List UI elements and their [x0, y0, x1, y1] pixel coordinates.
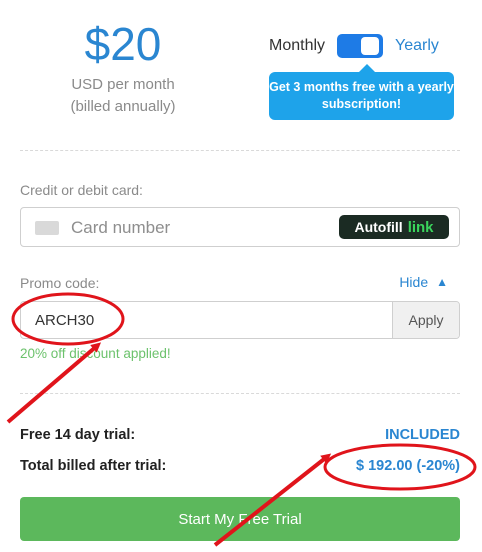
yearly-label[interactable]: Yearly: [395, 37, 439, 55]
divider: [20, 393, 460, 394]
yearly-promo-bubble: Get 3 months free with a yearly subscrip…: [269, 64, 454, 120]
monthly-label[interactable]: Monthly: [269, 37, 325, 55]
autofill-label: Autofill: [354, 219, 403, 235]
total-value: $ 192.00 (-20%): [356, 458, 460, 474]
apply-button[interactable]: Apply: [392, 302, 459, 338]
switch-knob: [361, 37, 380, 55]
price-period: USD per month: [71, 76, 175, 93]
price-block: $20 USD per month (billed annually): [58, 14, 188, 118]
trial-label: Free 14 day trial:: [20, 427, 136, 443]
divider: [20, 150, 460, 151]
price-amount: $20: [84, 18, 162, 70]
card-label: Credit or debit card:: [20, 182, 143, 198]
billing-note: (billed annually): [70, 98, 176, 115]
promo-code-input[interactable]: ARCH30: [35, 312, 94, 329]
discount-message: 20% off discount applied!: [20, 346, 171, 361]
total-label: Total billed after trial:: [20, 458, 167, 474]
chevron-up-icon: ▲: [436, 275, 448, 289]
trial-value: INCLUDED: [385, 427, 460, 443]
hide-label: Hide: [399, 274, 429, 290]
credit-card-icon: [35, 221, 59, 235]
promo-label: Promo code:: [20, 275, 100, 291]
promo-code-field[interactable]: ARCH30 Apply: [20, 301, 460, 339]
billing-toggle: Monthly Yearly: [269, 34, 439, 58]
card-number-field[interactable]: Card number Autofill link: [20, 207, 460, 247]
billing-switch[interactable]: [337, 34, 384, 58]
card-number-placeholder: Card number: [71, 218, 171, 237]
yearly-promo-text: Get 3 months free with a yearly subscrip…: [269, 80, 454, 111]
start-trial-label: Start My Free Trial: [178, 510, 302, 528]
link-brand: link: [407, 218, 434, 236]
start-trial-button[interactable]: Start My Free Trial: [20, 497, 460, 541]
autofill-link-button[interactable]: Autofill link: [339, 215, 449, 239]
hide-promo-link[interactable]: Hide ▲: [399, 274, 448, 290]
